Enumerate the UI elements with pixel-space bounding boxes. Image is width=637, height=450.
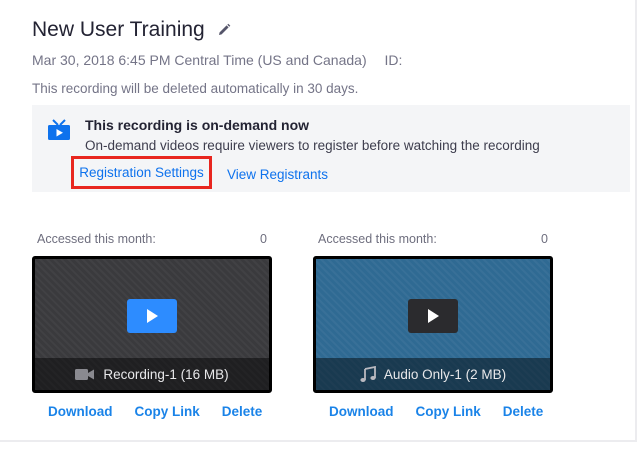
recording-file-audio: Accessed this month: 0 Audio Only-1 (2 M…	[313, 232, 553, 419]
video-camera-icon	[75, 368, 95, 381]
play-button[interactable]	[408, 299, 458, 333]
accessed-row: Accessed this month: 0	[32, 232, 272, 250]
recording-title: New User Training	[32, 18, 205, 41]
file-actions: Download Copy Link Delete	[313, 404, 553, 419]
registration-settings-link[interactable]: Registration Settings	[79, 165, 204, 180]
accessed-label: Accessed this month:	[37, 232, 156, 246]
play-button[interactable]	[127, 299, 177, 333]
recording-datetime: Mar 30, 2018 6:45 PM Central Time (US an…	[32, 52, 367, 68]
play-icon	[147, 309, 158, 323]
audio-thumbnail[interactable]: Audio Only-1 (2 MB)	[313, 256, 553, 393]
accessed-count: 0	[260, 232, 267, 246]
file-caption: Recording-1 (16 MB)	[35, 358, 269, 390]
on-demand-panel: This recording is on-demand now On-deman…	[32, 105, 630, 192]
recording-id-label: ID:	[384, 52, 403, 68]
file-actions: Download Copy Link Delete	[32, 404, 272, 419]
download-link[interactable]: Download	[48, 404, 113, 419]
file-name: Audio Only-1 (2 MB)	[383, 366, 507, 382]
play-icon	[428, 309, 439, 323]
file-caption: Audio Only-1 (2 MB)	[316, 358, 550, 390]
title-row: New User Training	[32, 18, 231, 42]
on-demand-title: This recording is on-demand now	[85, 117, 310, 133]
accessed-row: Accessed this month: 0	[313, 232, 553, 250]
accessed-count: 0	[541, 232, 548, 246]
copy-link[interactable]: Copy Link	[135, 404, 200, 419]
retention-note: This recording will be deleted automatic…	[32, 81, 359, 96]
pencil-icon[interactable]	[217, 22, 231, 38]
recording-file-video: Accessed this month: 0 Recording-1 (16 M…	[32, 232, 272, 419]
copy-link[interactable]: Copy Link	[416, 404, 481, 419]
recording-detail-card: New User Training Mar 30, 2018 6:45 PM C…	[0, 0, 637, 442]
accessed-label: Accessed this month:	[318, 232, 437, 246]
registration-settings-highlight: Registration Settings	[71, 156, 212, 189]
file-name: Recording-1 (16 MB)	[103, 366, 229, 382]
music-note-icon	[360, 365, 376, 383]
video-thumbnail[interactable]: Recording-1 (16 MB)	[32, 256, 272, 393]
view-registrants-link[interactable]: View Registrants	[227, 167, 328, 182]
on-demand-description: On-demand videos require viewers to regi…	[85, 138, 540, 153]
tv-icon	[47, 119, 71, 146]
delete-link[interactable]: Delete	[503, 404, 544, 419]
recording-meta: Mar 30, 2018 6:45 PM Central Time (US an…	[32, 52, 402, 68]
delete-link[interactable]: Delete	[222, 404, 263, 419]
download-link[interactable]: Download	[329, 404, 394, 419]
